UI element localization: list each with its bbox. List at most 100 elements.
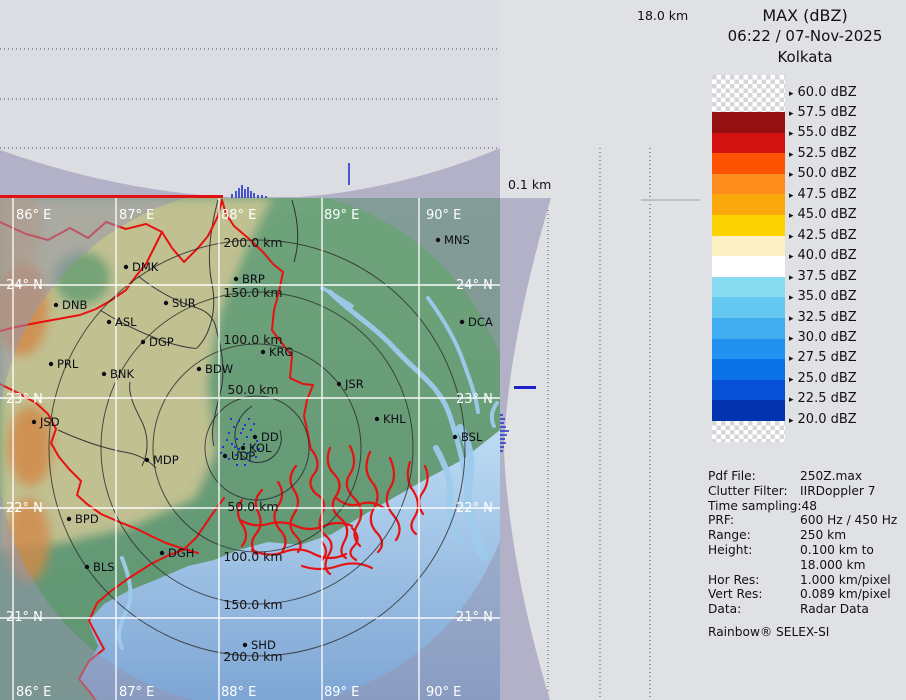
dbz-scale-label: ▸25.0 dBZ [789,371,857,386]
dbz-band [712,421,785,442]
coverage-envelope-shape [0,148,500,198]
station-dot [436,238,440,242]
echo-pixel [233,426,235,428]
station-label: BRP [242,272,265,286]
metadata-label [708,558,800,573]
dbz-scale-label: ▸55.0 dBZ [789,125,857,140]
station-dot [160,551,164,555]
dbz-value-label: 40.0 dBZ [798,248,857,263]
dbz-scale-label: ▸22.5 dBZ [789,391,857,406]
dbz-scale-label: ▸ 47.5 dBZ [789,187,857,202]
station-dot [453,435,457,439]
echo-pixel [248,418,250,420]
dbz-band [712,277,785,298]
scale-arrow-icon: ▸ [789,354,794,364]
dbz-band [712,75,785,112]
station-label: BDW [205,362,233,376]
metadata-row: Range:250 km [708,528,906,543]
echo-pixel [226,439,228,441]
dbz-value-label: 32.5 dBZ [798,310,857,325]
metadata-value: 1.000 km/pixel [800,573,891,588]
echo-pixel [236,438,238,440]
station-label: SUR [172,296,196,310]
longitude-label: 86° E [16,685,51,700]
dbz-scale-label: ▸40.0 dBZ [789,248,857,263]
dbz-band [712,297,785,318]
station-label: BSL [461,430,483,444]
station-label: DMK [132,260,159,274]
echo-pixel [236,464,238,466]
dbz-scale-label: ▸ 27.5 dBZ [789,350,857,365]
echo-pixel [253,423,255,425]
station-dot [261,350,265,354]
metadata-label: PRF: [708,513,800,528]
dbz-scale-label: ▸ 57.5 dBZ [789,105,857,120]
metadata-value: 250Z.max [800,469,862,484]
station-label: JSR [344,377,364,391]
range-ring-label: 200.0 km [223,235,282,250]
top-profile-plot [0,0,500,198]
dbz-band [712,133,785,154]
echo-height-dash [514,386,536,389]
dbz-band [712,400,785,421]
station-label: DGH [168,546,194,560]
scale-arrow-icon: ▸ [789,334,794,344]
metadata-value: 0.100 km to [800,543,874,558]
dbz-band [712,339,785,360]
echo-height-spikes [232,163,349,198]
dbz-band [712,194,785,215]
station-label: BLS [93,560,115,574]
metadata-row: Vert Res:0.089 km/pixel [708,587,906,602]
station-dot [337,382,341,386]
dbz-value-label: 57.5 dBZ [798,105,857,120]
station-dot [223,454,227,458]
station-label: KHL [383,412,406,426]
product-metadata-block: Pdf File:250Z.maxClutter Filter:IIRDoppl… [708,469,906,640]
metadata-label: Height: [708,543,800,558]
dbz-scale-label: ▸45.0 dBZ [789,207,857,222]
latitude-label: 21° N [6,610,43,625]
longitude-label: 90° E [426,685,461,700]
metadata-row: Height:0.100 km to [708,543,906,558]
scale-arrow-icon: ▸ [789,150,794,160]
metadata-value: 0.089 km/pixel [800,587,891,602]
station-dot [253,435,257,439]
station-dot [67,517,71,521]
station-dot [32,420,36,424]
dbz-value-label: 47.5 dBZ [798,187,857,202]
dbz-band [712,380,785,401]
longitude-label: 88° E [221,685,256,700]
scale-arrow-icon: ▸ [789,416,794,426]
metadata-label: Clutter Filter: [708,484,800,499]
dbz-value-label: 22.5 dBZ [798,391,857,406]
echo-pixel [231,443,233,445]
product-name: MAX (dBZ) [660,5,906,26]
latitude-label: 23° N [6,392,43,407]
scale-arrow-icon: ▸ [789,89,794,99]
station-dot [124,265,128,269]
dbz-value-label: 27.5 dBZ [798,350,857,365]
echo-pixel [240,432,242,434]
station-label: DCA [468,315,493,329]
echo-pixel [230,418,232,420]
station-label: JSD [39,415,60,429]
metadata-label: Time sampling: [708,499,801,514]
scale-arrow-icon: ▸ [789,109,794,119]
dbz-band [712,174,785,195]
echo-pixel [250,429,252,431]
dbz-value-label: 20.0 dBZ [798,412,857,427]
echo-pixel [255,456,257,458]
metadata-value: 600 Hz / 450 Hz [800,513,897,528]
longitude-label: 89° E [324,685,359,700]
dbz-value-label: 50.0 dBZ [798,166,857,181]
metadata-label: Range: [708,528,800,543]
station-label: BPD [75,512,99,526]
coverage-envelope-shape [500,198,551,700]
scale-arrow-icon: ▸ [789,191,794,201]
scale-arrow-icon: ▸ [789,293,794,303]
dbz-value-label: 37.5 dBZ [798,269,857,284]
metadata-row: PRF:600 Hz / 450 Hz [708,513,906,528]
metadata-value: 18.000 km [800,558,865,573]
height-axis-min-label: 0.1 km [508,177,551,192]
range-ring-label: 150.0 km [223,285,282,300]
